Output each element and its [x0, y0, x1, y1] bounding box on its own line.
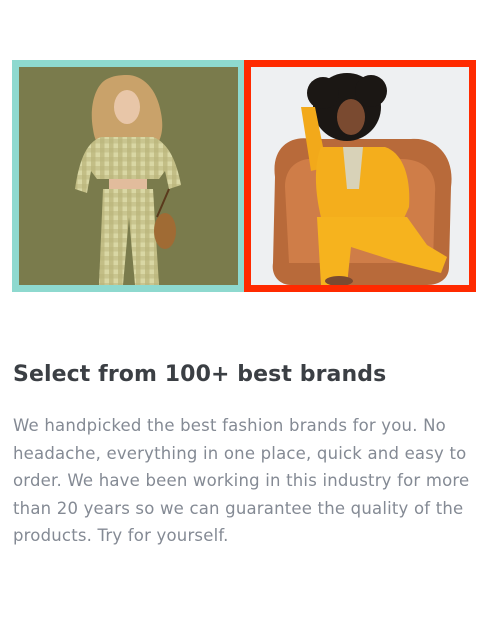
- yellow-suit-illustration: [251, 67, 469, 285]
- section-description: We handpicked the best fashion brands fo…: [13, 416, 470, 546]
- checkered-outfit-illustration: [19, 67, 238, 285]
- section-heading: Select from 100+ best brands: [13, 362, 387, 387]
- brand-feature-section: Select from 100+ best brands We handpick…: [0, 0, 490, 618]
- model-yellow-suit-photo: [244, 60, 476, 292]
- photo-gallery: [12, 60, 476, 292]
- model-checkered-outfit-photo: [12, 60, 245, 292]
